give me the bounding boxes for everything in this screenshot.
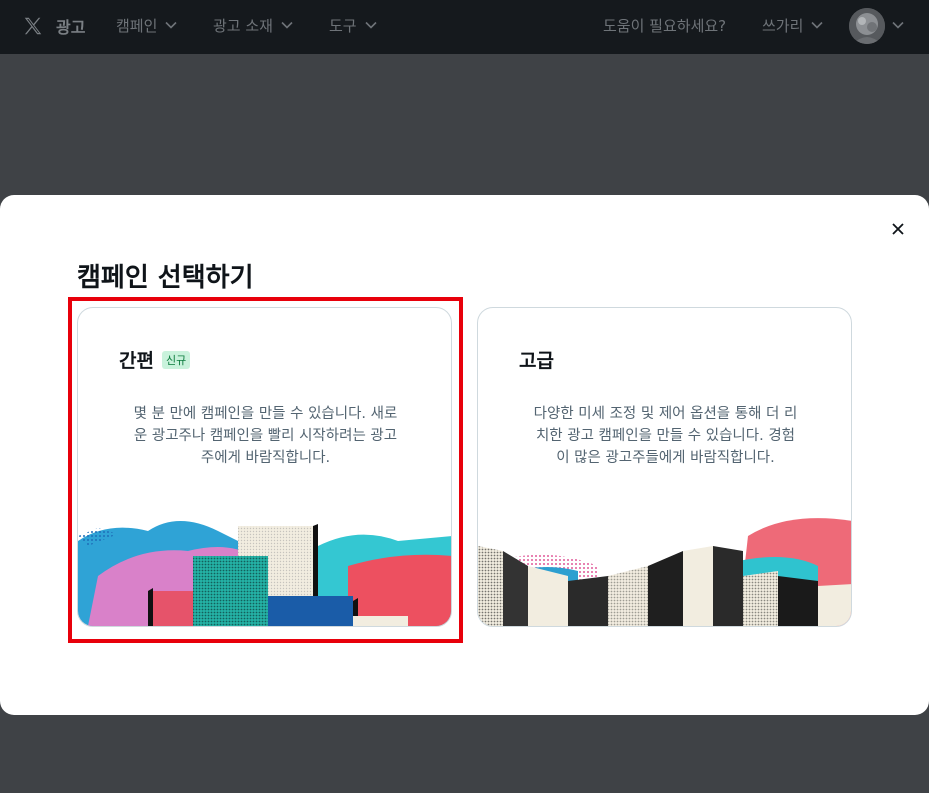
desc-line: 몇 분 만에 캠페인을 만들 수 있습니다. 새로 <box>133 406 398 422</box>
desc-line: 이 많은 광고주들에게 바람직합니다. <box>556 450 775 466</box>
advanced-campaign-card[interactable]: 고급 다양한 미세 조정 및 제어 옵션을 통해 더 리 치한 광고 캠페인을 … <box>477 307 852 627</box>
top-nav: 광고 캠페인 광고 소재 도구 도움이 필요하세요? 쓰가리 <box>0 0 929 54</box>
avatar-image <box>849 8 885 44</box>
brand[interactable]: 광고 <box>22 12 85 40</box>
x-logo-icon <box>24 17 42 35</box>
nav-tools[interactable]: 도구 <box>329 13 377 37</box>
simple-campaign-card[interactable]: 간편 신규 몇 분 만에 캠페인을 만들 수 있습니다. 새로 운 광고주나 캠… <box>77 307 452 627</box>
card-title: 고급 <box>519 346 554 373</box>
chevron-down-icon <box>281 21 293 29</box>
card-title: 간편 신규 <box>119 346 191 373</box>
desc-line: 운 광고주나 캠페인을 빨리 시작하려는 광고 <box>133 428 398 444</box>
avatar-dropdown[interactable] <box>892 13 904 37</box>
help-link[interactable]: 도움이 필요하세요? <box>603 13 726 37</box>
avatar[interactable] <box>849 8 885 44</box>
account-menu[interactable]: 쓰가리 <box>762 13 823 37</box>
card-description: 다양한 미세 조정 및 제어 옵션을 통해 더 리 치한 광고 캠페인을 만들 … <box>508 403 823 469</box>
brand-label: 광고 <box>56 18 86 37</box>
nav-tools-label: 도구 <box>329 16 357 35</box>
simple-title: 간편 <box>119 350 154 372</box>
desc-line: 다양한 미세 조정 및 제어 옵션을 통해 더 리 <box>533 406 798 422</box>
close-button[interactable] <box>884 215 912 243</box>
close-icon <box>892 223 904 235</box>
chevron-down-icon <box>892 21 904 29</box>
desc-line: 주에게 바람직합니다. <box>200 450 331 466</box>
chevron-down-icon <box>811 21 823 29</box>
desc-line: 치한 광고 캠페인을 만들 수 있습니다. 경험 <box>535 428 796 444</box>
advanced-illustration <box>478 518 851 626</box>
nav-campaigns[interactable]: 캠페인 <box>116 13 177 37</box>
nav-campaigns-label: 캠페인 <box>116 16 158 35</box>
advanced-title: 고급 <box>519 350 554 372</box>
simple-illustration <box>78 521 451 626</box>
chevron-down-icon <box>365 21 377 29</box>
account-label: 쓰가리 <box>762 16 804 35</box>
new-badge: 신규 <box>161 350 191 369</box>
chevron-down-icon <box>165 21 177 29</box>
nav-creatives-label: 광고 소재 <box>213 16 273 35</box>
help-label: 도움이 필요하세요? <box>603 16 727 35</box>
modal-title: 캠페인 선택하기 <box>77 263 254 293</box>
nav-creatives[interactable]: 광고 소재 <box>213 13 293 37</box>
card-description: 몇 분 만에 캠페인을 만들 수 있습니다. 새로 운 광고주나 캠페인을 빨리… <box>108 403 423 469</box>
campaign-select-modal: 캠페인 선택하기 간편 신규 몇 분 만에 캠페인을 만들 수 있습니다. 새로… <box>0 195 929 715</box>
